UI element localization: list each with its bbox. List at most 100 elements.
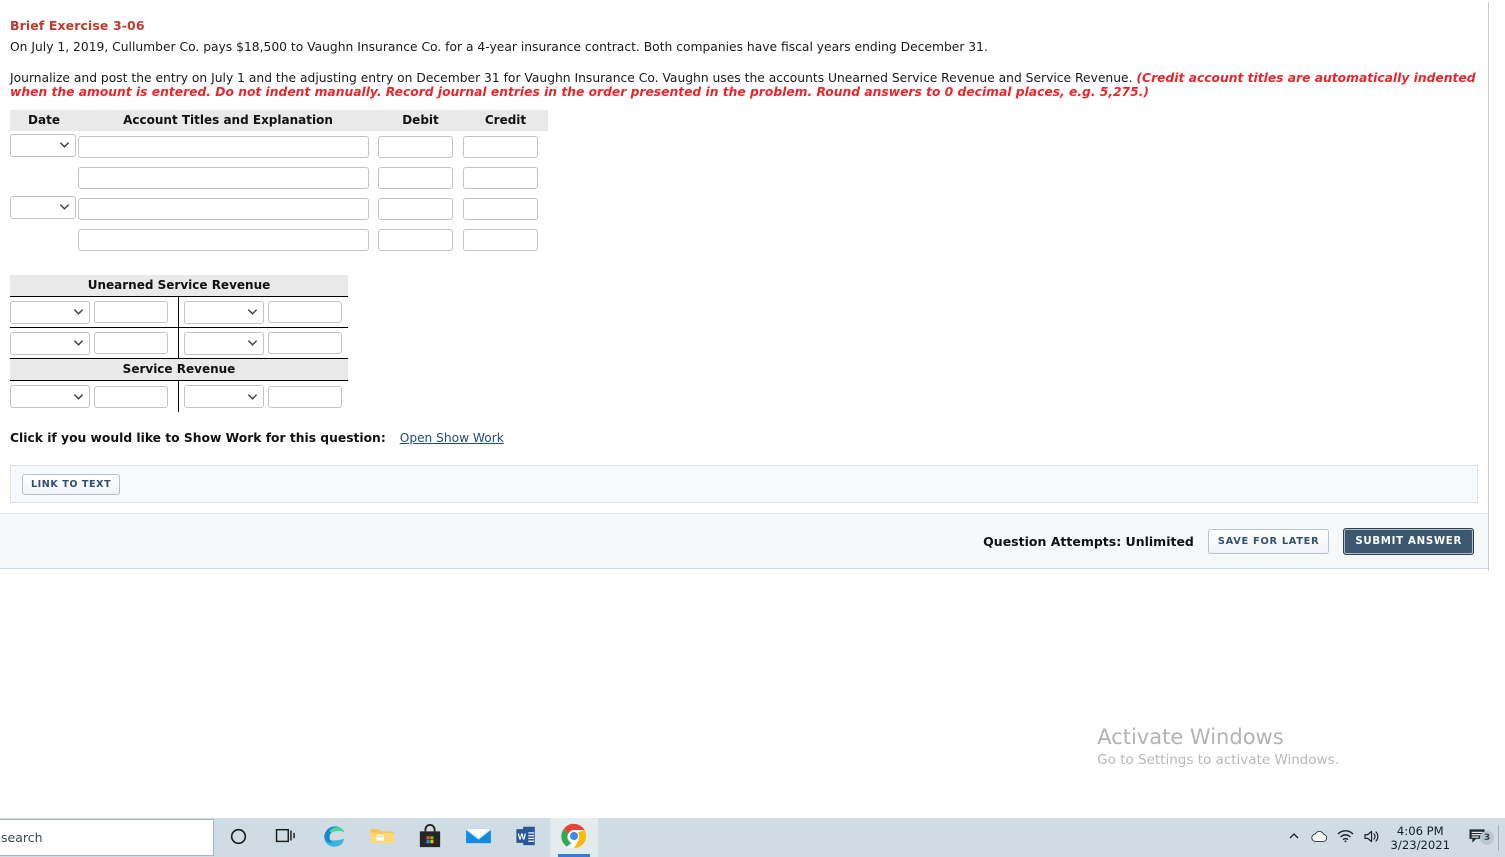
chevron-down-icon bbox=[74, 392, 83, 401]
journal-debit-input-2[interactable] bbox=[378, 166, 453, 189]
speaker-icon bbox=[1363, 829, 1381, 847]
journal-credit-input-2[interactable] bbox=[463, 166, 538, 189]
taskbar-microsoft-word-button[interactable]: W bbox=[502, 818, 550, 857]
show-work-row: Click if you would like to Show Work for… bbox=[10, 431, 1488, 445]
journal-account-cell bbox=[78, 131, 378, 162]
windows-taskbar: search W 4:06 PM 3/23/2021 3 bbox=[0, 818, 1505, 857]
journal-date-select-1[interactable] bbox=[10, 133, 76, 157]
t-date-select-u1-right[interactable] bbox=[184, 300, 264, 324]
journal-header-row: Date Account Titles and Explanation Debi… bbox=[10, 110, 548, 132]
journal-credit-cell bbox=[463, 224, 548, 255]
volume-tray-button[interactable] bbox=[1359, 829, 1385, 847]
journal-account-cell bbox=[78, 193, 378, 224]
cortana-icon bbox=[229, 827, 248, 849]
assignment-page: Brief Exercise 3-06 On July 1, 2019, Cul… bbox=[0, 2, 1489, 572]
journal-credit-input-4[interactable] bbox=[463, 228, 538, 251]
chevron-down-icon bbox=[248, 392, 257, 401]
t-amount-input-s1-right[interactable] bbox=[268, 385, 342, 408]
clock-date: 3/23/2021 bbox=[1390, 837, 1450, 852]
open-show-work-link[interactable]: Open Show Work bbox=[400, 431, 504, 445]
chevron-down-icon bbox=[60, 141, 69, 150]
exercise-instructions: Journalize and post the entry on July 1 … bbox=[0, 55, 1488, 99]
t-date-select-s1-left[interactable] bbox=[10, 385, 90, 409]
t-amount-input-u1-left[interactable] bbox=[94, 301, 168, 324]
journal-debit-input-3[interactable] bbox=[378, 197, 453, 220]
chevron-up-icon bbox=[1288, 830, 1300, 845]
journal-debit-cell bbox=[378, 131, 463, 162]
journal-row bbox=[10, 224, 548, 255]
taskbar-search-input[interactable]: search bbox=[0, 819, 214, 856]
save-for-later-button[interactable]: SAVE FOR LATER bbox=[1207, 528, 1330, 554]
journal-date-select-3[interactable] bbox=[10, 195, 76, 219]
taskbar-microsoft-edge-button[interactable] bbox=[310, 818, 358, 857]
t-account-debit-side bbox=[10, 328, 179, 359]
journal-credit-input-3[interactable] bbox=[463, 197, 538, 220]
notification-count-badge: 3 bbox=[1480, 830, 1494, 845]
journal-debit-input-1[interactable] bbox=[378, 135, 453, 158]
notification-center-button[interactable]: 3 bbox=[1460, 828, 1496, 848]
journal-date-cell bbox=[10, 162, 78, 193]
page-bottom-spacer bbox=[0, 569, 1488, 571]
taskbar-microsoft-store-button[interactable] bbox=[406, 818, 454, 857]
journal-account-input-1[interactable] bbox=[78, 135, 369, 158]
network-tray-button[interactable] bbox=[1333, 829, 1359, 846]
submit-answer-button[interactable]: SUBMIT ANSWER bbox=[1343, 527, 1474, 555]
journal-credit-cell bbox=[463, 193, 548, 224]
journal-date-cell bbox=[10, 193, 78, 224]
microsoft-edge-icon bbox=[322, 824, 347, 852]
journal-account-input-3[interactable] bbox=[78, 197, 369, 220]
microsoft-word-icon: W bbox=[515, 824, 537, 851]
t-date-select-u2-right[interactable] bbox=[184, 331, 264, 355]
journal-col-credit: Credit bbox=[463, 110, 548, 132]
wifi-icon bbox=[1337, 829, 1354, 846]
t-account-title-unearned-service-revenue: Unearned Service Revenue bbox=[10, 275, 348, 298]
journal-account-cell bbox=[78, 162, 378, 193]
t-account-row bbox=[10, 297, 348, 329]
journal-account-input-4[interactable] bbox=[78, 228, 369, 251]
taskbar-clock[interactable]: 4:06 PM 3/23/2021 bbox=[1385, 824, 1460, 852]
journal-col-debit: Debit bbox=[378, 110, 463, 132]
journal-row bbox=[10, 162, 548, 193]
t-account-title-service-revenue: Service Revenue bbox=[10, 359, 348, 382]
t-accounts-section: Unearned Service Revenue Service Revenue bbox=[10, 275, 348, 413]
taskbar-spacer bbox=[598, 818, 1281, 857]
journal-credit-input-1[interactable] bbox=[463, 135, 538, 158]
taskbar-file-explorer-button[interactable] bbox=[358, 818, 406, 857]
journal-entry-table: Date Account Titles and Explanation Debi… bbox=[10, 110, 548, 255]
journal-debit-input-4[interactable] bbox=[378, 228, 453, 251]
microsoft-store-icon bbox=[418, 823, 442, 852]
t-amount-input-u1-right[interactable] bbox=[268, 301, 342, 324]
mail-icon bbox=[465, 826, 492, 849]
journal-row bbox=[10, 131, 548, 162]
journal-debit-cell bbox=[378, 162, 463, 193]
journal-account-input-2[interactable] bbox=[78, 166, 369, 189]
show-hidden-icons-button[interactable] bbox=[1281, 830, 1307, 845]
t-account-row bbox=[10, 328, 348, 360]
browser-content-area: Brief Exercise 3-06 On July 1, 2019, Cul… bbox=[0, 0, 1505, 818]
t-date-select-u1-left[interactable] bbox=[10, 300, 90, 324]
t-account-debit-side bbox=[10, 381, 179, 413]
t-date-select-s1-right[interactable] bbox=[184, 385, 264, 409]
chevron-down-icon bbox=[248, 308, 257, 317]
t-account-rows-unearned-service-revenue bbox=[10, 297, 348, 360]
exercise-intro-text: On July 1, 2019, Cullumber Co. pays $18,… bbox=[10, 40, 988, 54]
taskbar-google-chrome-button[interactable] bbox=[550, 818, 598, 857]
t-amount-input-u2-left[interactable] bbox=[94, 332, 168, 355]
t-date-select-u2-left[interactable] bbox=[10, 331, 90, 355]
onedrive-cloud-icon bbox=[1310, 830, 1329, 846]
watermark-subtitle: Go to Settings to activate Windows. bbox=[1097, 752, 1339, 768]
t-amount-input-s1-left[interactable] bbox=[94, 385, 168, 408]
journal-debit-cell bbox=[378, 193, 463, 224]
t-amount-input-u2-right[interactable] bbox=[268, 332, 342, 355]
system-tray: 4:06 PM 3/23/2021 3 bbox=[1281, 818, 1505, 857]
journal-credit-cell bbox=[463, 131, 548, 162]
chevron-down-icon bbox=[74, 339, 83, 348]
taskbar-task-view-button[interactable] bbox=[262, 818, 310, 857]
taskbar-mail-button[interactable] bbox=[454, 818, 502, 857]
t-account-credit-side bbox=[179, 328, 348, 358]
link-to-text-button[interactable]: LINK TO TEXT bbox=[22, 473, 121, 495]
onedrive-tray-button[interactable] bbox=[1307, 830, 1333, 846]
journal-credit-cell bbox=[463, 162, 548, 193]
taskbar-cortana-button[interactable] bbox=[214, 818, 262, 857]
journal-account-cell bbox=[78, 224, 378, 255]
